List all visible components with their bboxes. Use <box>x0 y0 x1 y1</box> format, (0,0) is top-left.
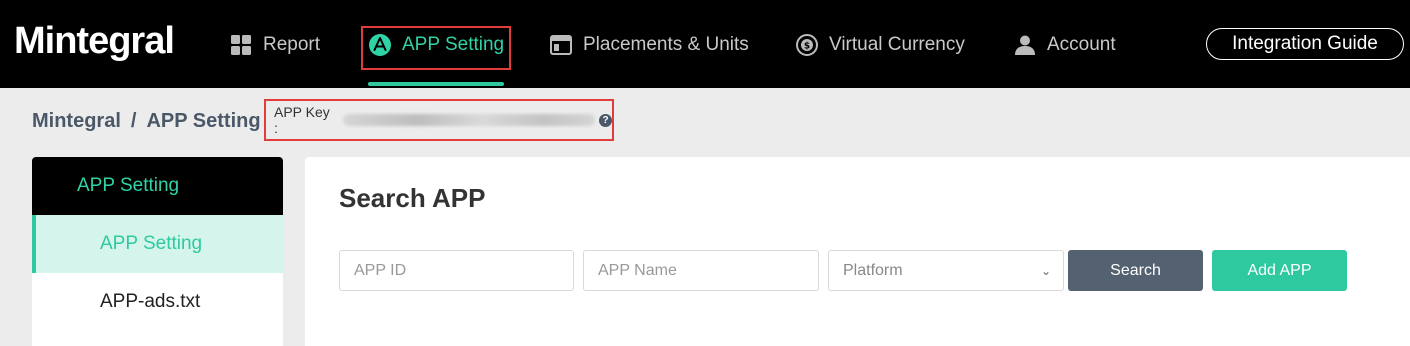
nav-label-account: Account <box>1047 34 1116 55</box>
brand-logo[interactable]: Mintegral <box>14 20 175 63</box>
window-icon <box>550 35 572 55</box>
nav-active-underline <box>368 82 504 86</box>
nav-highlight-box <box>361 26 511 70</box>
svg-text:$: $ <box>804 42 810 52</box>
chevron-down-icon: ⌄ <box>1040 263 1051 278</box>
app-key-label: APP Key : <box>274 104 330 136</box>
add-app-button[interactable]: Add APP <box>1212 250 1347 291</box>
nav-label-virtual-currency: Virtual Currency <box>829 34 965 55</box>
sidebar-item-app-setting[interactable]: APP Setting <box>32 215 283 273</box>
nav-item-account[interactable]: Account <box>1013 28 1116 62</box>
currency-icon: $ <box>796 34 818 56</box>
app-id-input[interactable] <box>339 250 574 291</box>
integration-guide-button[interactable]: Integration Guide <box>1206 28 1404 60</box>
platform-select[interactable]: Platform ⌄ <box>828 250 1064 291</box>
platform-select-value: Platform <box>843 261 903 279</box>
help-icon[interactable]: ? <box>599 113 612 127</box>
main-panel: Search APP Platform ⌄ Search Add APP <box>305 157 1410 346</box>
nav-label-placements: Placements & Units <box>583 34 749 55</box>
grid-icon <box>231 35 251 55</box>
app-name-input[interactable] <box>583 250 819 291</box>
breadcrumb-root[interactable]: Mintegral <box>32 110 121 133</box>
nav-label-report: Report <box>263 34 321 55</box>
breadcrumb-separator: / <box>130 110 137 132</box>
sidebar: APP Setting APP Setting APP-ads.txt <box>32 157 283 346</box>
app-key-box: APP Key : ? <box>264 99 614 141</box>
nav-item-report[interactable]: Report <box>229 28 320 62</box>
sidebar-header[interactable]: APP Setting <box>32 157 283 215</box>
search-button[interactable]: Search <box>1068 250 1203 291</box>
nav-item-virtual-currency[interactable]: $ Virtual Currency <box>795 28 965 62</box>
sidebar-item-app-ads-txt[interactable]: APP-ads.txt <box>32 273 283 331</box>
top-nav-bar: Mintegral Report APP Setting Placements … <box>0 0 1410 88</box>
breadcrumb: Mintegral / APP Setting <box>32 110 261 133</box>
user-icon <box>1015 35 1035 55</box>
nav-item-placements[interactable]: Placements & Units <box>549 28 749 62</box>
breadcrumb-current: APP Setting <box>146 110 261 132</box>
page-title: Search APP <box>339 183 486 213</box>
app-key-value-redacted <box>342 114 596 126</box>
